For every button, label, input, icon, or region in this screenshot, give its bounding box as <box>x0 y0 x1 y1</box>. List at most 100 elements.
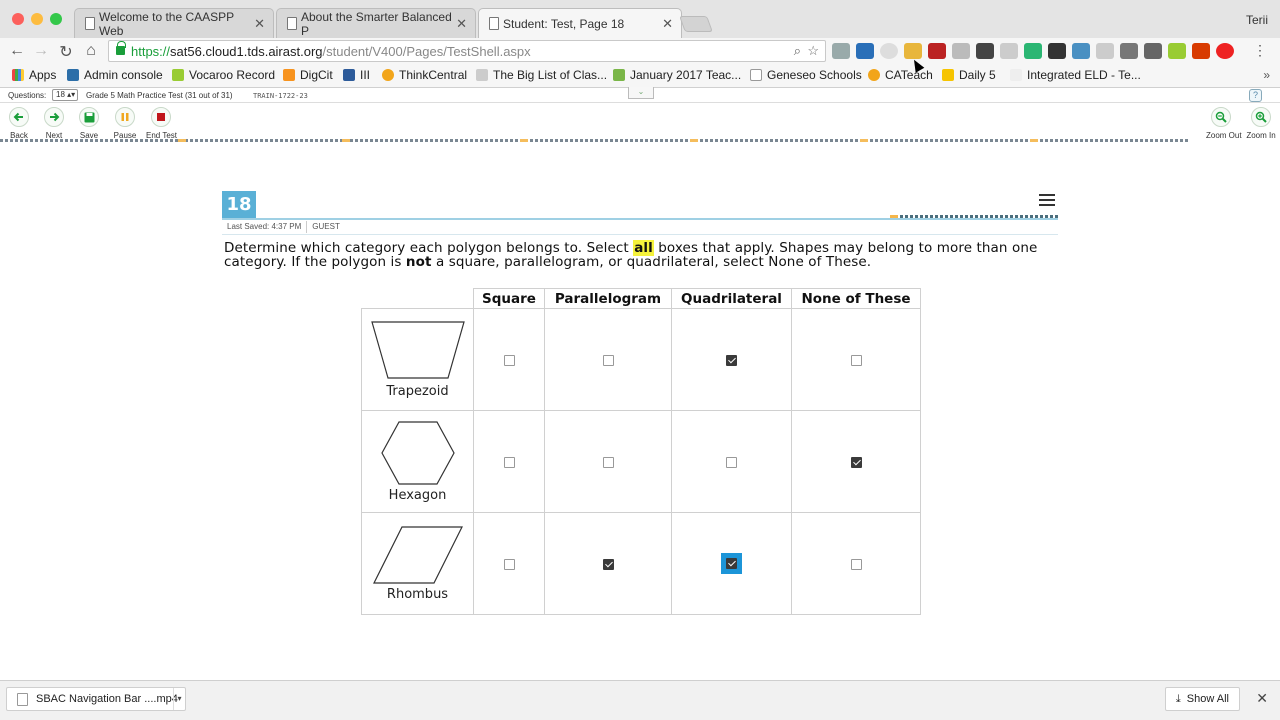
bookmark-geneseo[interactable]: Geneseo Schools <box>750 68 862 82</box>
tab-title: Student: Test, Page 18 <box>503 16 625 31</box>
minimize-window-button[interactable] <box>31 13 43 25</box>
checkbox-trapezoid-none[interactable] <box>850 355 862 366</box>
end-test-button[interactable]: End Test <box>146 107 177 140</box>
back-arrow-icon <box>9 107 29 127</box>
browser-tab-smarter-balanced[interactable]: About the Smarter Balanced P ✕ <box>276 8 476 38</box>
user-role: GUEST <box>312 222 340 231</box>
item-menu-icon[interactable] <box>1039 194 1055 209</box>
bookmark-vocaroo[interactable]: Vocaroo Record <box>172 68 275 82</box>
page-icon <box>489 17 499 30</box>
n-extension-icon[interactable] <box>1168 43 1186 59</box>
shape-label: Hexagon <box>388 488 447 503</box>
bookmark-admin-console[interactable]: Admin console <box>67 68 163 82</box>
d-extension-icon[interactable] <box>952 43 970 59</box>
cast-icon[interactable] <box>832 43 850 59</box>
ct-extension-icon[interactable] <box>976 43 994 59</box>
eld-icon <box>1010 69 1022 81</box>
back-button[interactable]: Back <box>4 107 34 140</box>
profile-name[interactable]: Terii <box>1246 13 1268 27</box>
item-divider <box>222 218 1058 220</box>
test-progress-bar <box>0 139 1190 142</box>
zoom-out-button[interactable]: Zoom Out <box>1206 107 1242 140</box>
bookmark-integrated-eld[interactable]: Integrated ELD - Te... <box>1010 68 1141 82</box>
qr-extension-icon[interactable] <box>1048 43 1066 59</box>
column-header-quadrilateral: Quadrilateral <box>671 288 792 309</box>
tab-title: Welcome to the CAASPP Web <box>99 9 234 38</box>
home-icon[interactable]: ⌂ <box>82 42 100 60</box>
checkbox-rhombus-none[interactable] <box>850 559 862 570</box>
office-extension-icon[interactable] <box>1192 43 1210 59</box>
bookmark-star-icon[interactable]: ☆ <box>807 43 819 59</box>
extension-icons <box>832 43 1234 59</box>
back-arrow-icon[interactable]: ← <box>8 42 26 60</box>
checkbox-rhombus-square[interactable] <box>503 559 515 570</box>
save-disk-icon <box>79 107 99 127</box>
checkbox-hexagon-parallelogram[interactable] <box>602 457 614 468</box>
page-icon <box>85 17 95 30</box>
checkbox-hexagon-none[interactable] <box>850 457 862 468</box>
screen-extension-icon[interactable] <box>1000 43 1018 59</box>
chevron-down-icon[interactable]: ⌄ <box>628 87 654 99</box>
checkbox-rhombus-parallelogram[interactable] <box>602 559 614 570</box>
bookmark-big-list[interactable]: The Big List of Clas... <box>476 68 607 82</box>
checkbox-trapezoid-parallelogram[interactable] <box>602 355 614 366</box>
close-tab-icon[interactable]: ✕ <box>254 16 265 32</box>
bookmark-january-2017[interactable]: January 2017 Teac... <box>613 68 741 82</box>
checkbox-hexagon-square[interactable] <box>503 457 515 468</box>
camera-extension-icon[interactable] <box>1120 43 1138 59</box>
item-status-bar: Last Saved: 4:37 PM GUEST <box>222 221 345 233</box>
download-icon: ⤓ <box>1175 692 1181 705</box>
close-window-button[interactable] <box>12 13 24 25</box>
apps-grid-icon <box>12 69 24 81</box>
screencast-extension-icon[interactable] <box>1072 43 1090 59</box>
zoom-in-button[interactable]: Zoom In <box>1246 107 1276 140</box>
new-tab-button[interactable] <box>679 16 713 32</box>
bookmark-daily-5[interactable]: Daily 5 <box>942 68 996 82</box>
table-row-trapezoid: Trapezoid <box>361 308 921 411</box>
checkbox-hexagon-quadrilateral[interactable] <box>726 457 737 468</box>
more-bookmarks-icon[interactable]: » <box>1263 68 1270 82</box>
forward-arrow-icon[interactable]: → <box>32 42 50 60</box>
bookmark-digcit[interactable]: DigCit <box>283 68 333 82</box>
bookmark-iii[interactable]: III <box>343 68 370 82</box>
address-bar[interactable]: https://sat56.cloud1.tds.airast.org/stud… <box>108 40 826 62</box>
pen-extension-icon[interactable] <box>1096 43 1114 59</box>
clock-extension-icon[interactable] <box>880 43 898 59</box>
zoom-magnifier-icon[interactable]: ⌕ <box>794 43 801 59</box>
film-extension-icon[interactable] <box>928 43 946 59</box>
checkbox-rhombus-quadrilateral[interactable] <box>726 558 737 569</box>
chat-extension-icon[interactable] <box>1024 43 1042 59</box>
table-row-rhombus: Rhombus <box>361 512 921 615</box>
bookmark-apps[interactable]: Apps <box>12 68 56 82</box>
thinkcentral-icon <box>382 69 394 81</box>
next-button[interactable]: Next <box>39 107 69 140</box>
save-button[interactable]: Save <box>74 107 104 140</box>
checkbox-trapezoid-quadrilateral[interactable] <box>726 355 737 366</box>
close-tab-icon[interactable]: ✕ <box>456 16 467 32</box>
shape-label: Rhombus <box>386 587 449 602</box>
bars-extension-icon[interactable] <box>904 43 922 59</box>
book-extension-icon[interactable] <box>856 43 874 59</box>
url-text[interactable]: https://sat56.cloud1.tds.airast.org/stud… <box>131 44 531 59</box>
download-item[interactable]: SBAC Navigation Bar ....mp4 ▾ <box>6 687 186 711</box>
adblock-extension-icon[interactable] <box>1216 43 1234 59</box>
iii-icon <box>343 69 355 81</box>
browser-menu-icon[interactable]: ⋮ <box>1253 42 1267 59</box>
close-downloads-icon[interactable]: ✕ <box>1256 690 1268 707</box>
reload-icon[interactable]: ↻ <box>57 42 75 62</box>
maximize-window-button[interactable] <box>50 13 62 25</box>
help-icon[interactable]: ? <box>1249 89 1262 102</box>
show-all-button[interactable]: ⤓ Show All <box>1164 687 1240 711</box>
square-extension-icon[interactable] <box>1144 43 1162 59</box>
close-tab-icon[interactable]: ✕ <box>662 16 673 32</box>
pause-button[interactable]: Pause <box>110 107 140 140</box>
bookmark-cateach[interactable]: CATeach <box>868 68 933 82</box>
tab-title: About the Smarter Balanced P <box>301 9 452 38</box>
question-select[interactable]: 18 ▴▾ <box>52 89 78 101</box>
download-options-icon[interactable]: ▾ <box>173 688 185 710</box>
browser-tab-caaspp[interactable]: Welcome to the CAASPP Web ✕ <box>74 8 274 38</box>
checkbox-trapezoid-square[interactable] <box>503 355 515 366</box>
browser-tab-student-test[interactable]: Student: Test, Page 18 ✕ <box>478 8 682 38</box>
downloads-bar: SBAC Navigation Bar ....mp4 ▾ ⤓ Show All… <box>0 680 1280 720</box>
bookmark-thinkcentral[interactable]: ThinkCentral <box>382 68 467 82</box>
